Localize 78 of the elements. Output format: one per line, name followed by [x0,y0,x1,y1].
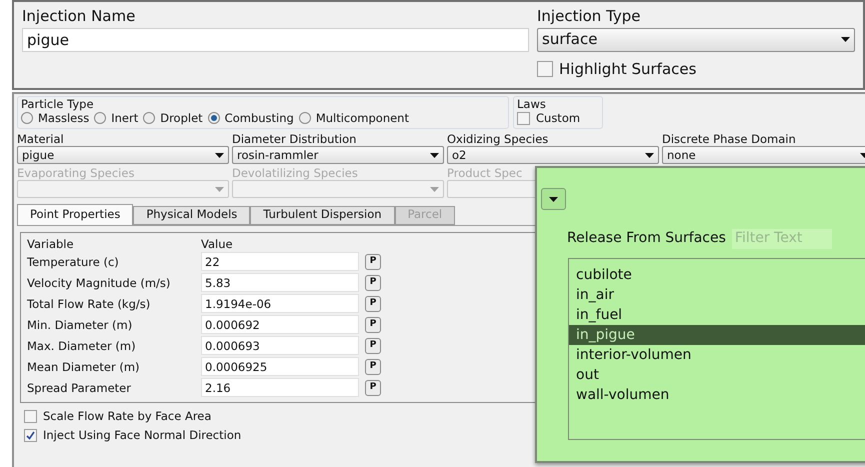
radio-button[interactable] [208,112,220,124]
radio-button[interactable] [94,112,106,124]
filter-field[interactable]: Filter Text [732,228,832,248]
checkbox[interactable] [537,60,553,77]
radio-label: Inert [111,111,138,125]
caret-icon [430,152,439,158]
variable-label: Total Flow Rate (kg/s) [27,296,152,310]
variable-label: Min. Diameter (m) [27,318,134,332]
radio-button[interactable] [143,112,156,124]
list-item[interactable]: in_pigue [569,325,865,345]
group-title: Laws [517,97,547,111]
field-label: Devolatilizing Species [232,166,359,180]
caret-icon [430,186,439,192]
list-item[interactable]: in_fuel [569,305,865,325]
input-field[interactable]: pigue [22,28,529,52]
value-field[interactable]: 1.9194e-06 [201,294,359,313]
checkbox-label: Highlight Surfaces [559,58,696,80]
value-field[interactable]: 0.0006925 [201,357,359,376]
field-label: Injection Type [537,6,642,27]
parameter-button[interactable]: P [365,296,381,312]
value-field[interactable]: 2.16 [201,378,359,397]
group-title: Particle Type [21,97,95,111]
column-header: Variable [27,237,75,251]
radio-label: Multicomponent [316,111,409,125]
field-label: Material [17,132,65,146]
dropdown[interactable]: surface [537,28,855,52]
tab[interactable]: Point Properties [17,204,134,225]
radio-label: Combusting [224,111,294,125]
tab[interactable]: Turbulent Dispersion [250,206,395,225]
field-label: Diameter Distribution [232,132,358,146]
caret-icon [215,186,224,192]
checkbox[interactable] [24,428,37,442]
dropdown[interactable]: o2 [447,146,659,164]
parameter-button[interactable]: P [365,274,381,290]
radio-button[interactable] [21,112,33,124]
radio-button[interactable] [298,112,311,124]
checkbox[interactable] [517,112,530,124]
parameter-button[interactable]: P [365,380,381,396]
list-item[interactable]: interior-volumen [569,345,865,365]
variable-label: Temperature (c) [27,254,120,268]
field-label: Oxidizing Species [447,132,550,146]
parameter-button[interactable]: P [365,316,381,332]
caret-icon [215,152,224,158]
tab[interactable]: Physical Models [133,206,250,225]
parameter-button[interactable]: P [365,358,381,374]
checkbox-label: Custom [536,111,580,125]
variable-label: Max. Diameter (m) [27,338,137,352]
field-label: Injection Name [22,6,136,27]
list-item[interactable]: in_air [569,285,865,305]
list-item[interactable]: wall-volumen [569,385,865,405]
variable-label: Mean Diameter (m) [27,360,141,374]
variable-label: Spread Parameter [27,380,132,394]
caret-icon [841,37,850,42]
radio-label: Droplet [160,111,203,125]
value-field[interactable]: 0.000692 [201,315,359,334]
list-item[interactable]: cubilote [569,265,865,285]
parameter-button[interactable]: P [365,254,381,270]
radio-label: Massless [38,111,90,125]
dropdown[interactable]: rosin-rammler [232,146,444,164]
field-label: Product Spec [447,166,524,180]
value-field[interactable]: 22 [201,252,359,271]
column-header: Value [201,237,233,251]
dropdown[interactable]: none [662,146,865,164]
field-label: Evaporating Species [17,166,136,180]
variable-label: Velocity Magnitude (m/s) [27,276,172,290]
checkbox-label: Inject Using Face Normal Direction [43,428,242,442]
popup-title: Release From Surfaces [567,229,726,248]
list-item[interactable]: out [569,365,865,385]
dropdown-button[interactable] [541,188,566,210]
caret-icon [645,152,654,158]
field-label: Discrete Phase Domain [662,132,797,146]
dropdown[interactable]: pigue [17,146,229,164]
value-field[interactable]: 5.83 [201,273,359,292]
checkbox[interactable] [24,410,37,422]
check-icon [26,430,35,440]
parameter-button[interactable]: P [365,338,381,354]
value-field[interactable]: 0.000693 [201,336,359,355]
checkbox-label: Scale Flow Rate by Face Area [43,409,212,423]
